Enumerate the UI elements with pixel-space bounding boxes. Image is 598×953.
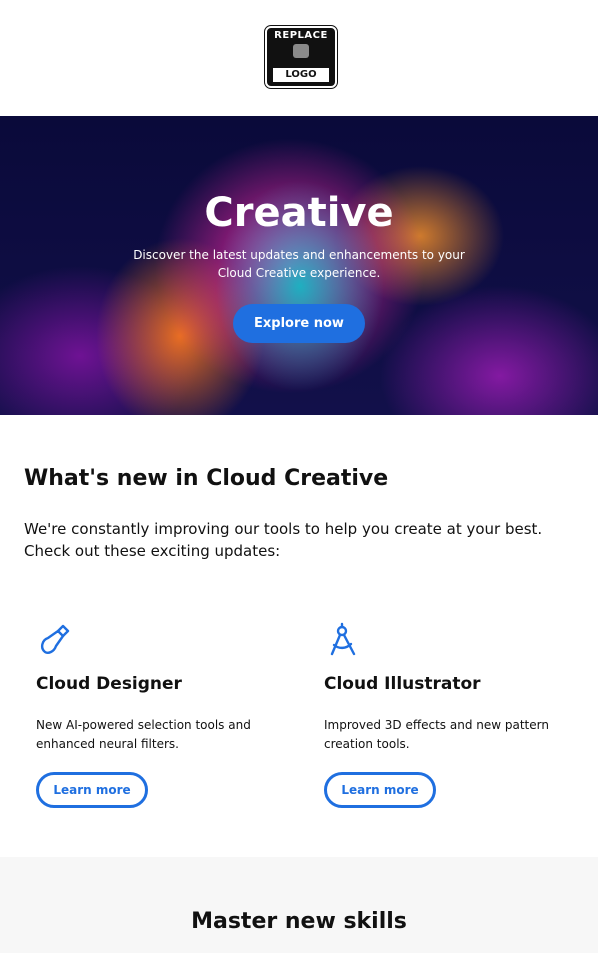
feature-card-illustrator: Cloud Illustrator Improved 3D effects an…: [324, 622, 574, 808]
learn-more-button[interactable]: Learn more: [324, 772, 436, 808]
feature-title: Cloud Illustrator: [324, 674, 481, 694]
brand-logo[interactable]: REPLACE LOGO: [264, 25, 338, 89]
hero-subtitle: Discover the latest updates and enhancem…: [133, 248, 465, 280]
feature-description: New AI-powered selection tools and enhan…: [36, 718, 251, 751]
skills-heading: Master new skills: [191, 909, 407, 934]
email-header: REPLACE LOGO: [0, 0, 598, 116]
brush-icon: [40, 624, 70, 654]
logo-mascot-icon: [293, 44, 309, 58]
learn-more-button[interactable]: Learn more: [36, 772, 148, 808]
whats-new-intro: We're constantly improving our tools to …: [24, 520, 543, 560]
feature-title: Cloud Designer: [36, 674, 182, 694]
compass-icon: [330, 622, 356, 656]
whats-new-heading: What's new in Cloud Creative: [24, 466, 389, 491]
explore-now-button[interactable]: Explore now: [233, 304, 365, 343]
logo-text-bottom: LOGO: [273, 68, 329, 82]
logo-text-top: REPLACE: [274, 30, 328, 41]
hero-title: Creative: [204, 190, 394, 236]
feature-card-designer: Cloud Designer New AI-powered selection …: [36, 622, 286, 808]
skills-section: Master new skills: [0, 857, 598, 953]
feature-description: Improved 3D effects and new pattern crea…: [324, 718, 549, 751]
hero-banner: Creative Discover the latest updates and…: [0, 116, 598, 415]
